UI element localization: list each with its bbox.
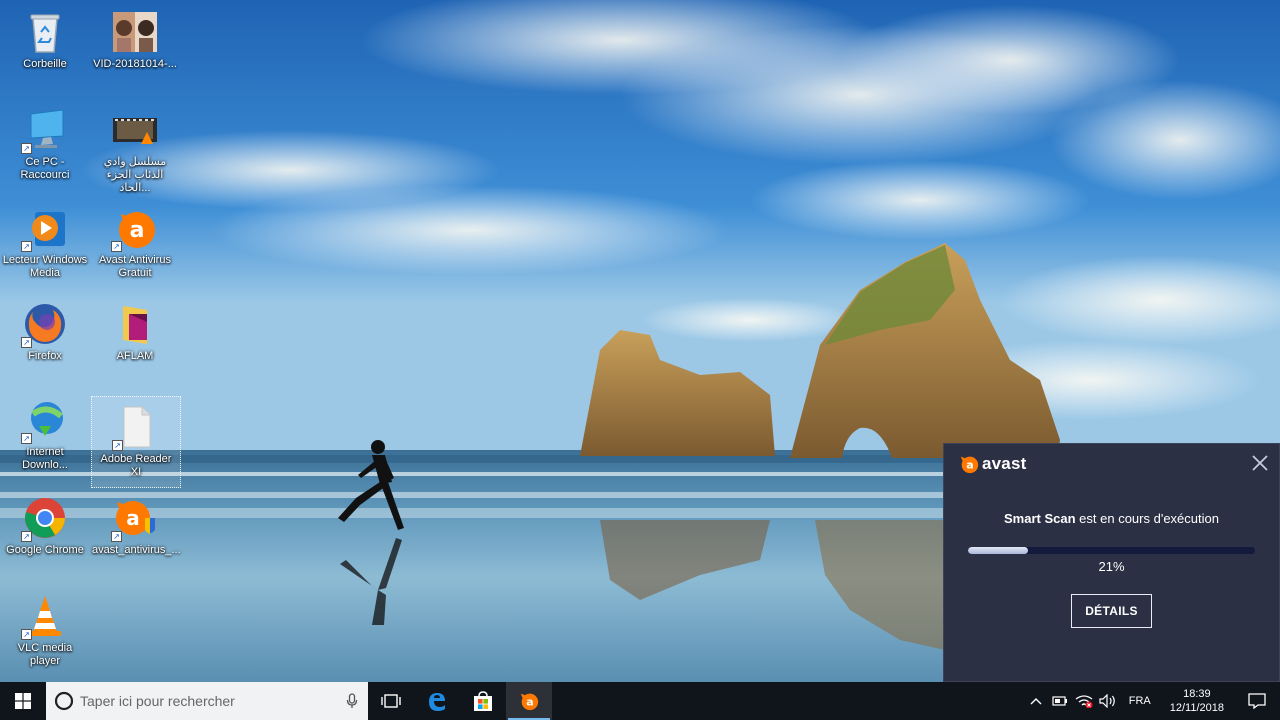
search-placeholder: Taper ici pour rechercher: [80, 693, 235, 709]
chevron-up-icon: [1030, 698, 1042, 705]
avast-scan-notification: a avast Smart Scan est en cours d'exécut…: [943, 443, 1280, 682]
system-tray: FRA 18:39 12/11/2018: [1024, 682, 1280, 720]
folder-icon: [111, 300, 159, 348]
details-button[interactable]: DÉTAILS: [1071, 594, 1152, 628]
action-center-button[interactable]: [1234, 682, 1280, 720]
svg-text:a: a: [526, 696, 533, 709]
desktop-icon-avast[interactable]: a ↗ Avast Antivirus Gratuit: [90, 198, 180, 290]
avast-logo-icon: a ↗: [111, 204, 159, 252]
shortcut-arrow-icon: ↗: [21, 433, 32, 444]
desktop-icon-internet-download-manager[interactable]: ↗ Internet Downlo...: [0, 390, 90, 482]
battery-tray-button[interactable]: [1048, 682, 1072, 720]
desktop-icon-video-file[interactable]: VID-20181014-...: [90, 2, 180, 94]
store-taskbar-button[interactable]: [460, 682, 506, 720]
shortcut-arrow-icon: ↗: [111, 241, 122, 252]
show-hidden-icons-button[interactable]: [1024, 682, 1048, 720]
taskbar: Taper ici pour rechercher a FRA 18:39 12…: [0, 682, 1280, 720]
avast-taskbar-icon: a: [520, 693, 539, 711]
vlc-cone-icon: ↗: [21, 592, 69, 640]
avast-brand: a avast: [958, 453, 1026, 475]
notification-icon: [1248, 693, 1266, 709]
shortcut-arrow-icon: ↗: [112, 440, 123, 451]
desktop-icon-series-video[interactable]: مسلسل وادي الذئاب الجزء الحاد...: [90, 100, 180, 194]
video-file-icon: [111, 106, 159, 154]
desktop-icon-avast-installer[interactable]: a ↗ avast_antivirus_...: [90, 488, 181, 580]
avast-brand-text: avast: [982, 454, 1027, 473]
shortcut-arrow-icon: ↗: [21, 531, 32, 542]
avast-installer-icon: a ↗: [111, 494, 159, 542]
edge-icon: [429, 693, 445, 711]
start-button[interactable]: [0, 682, 46, 720]
shortcut-arrow-icon: ↗: [21, 143, 32, 154]
video-thumbnail-icon: [111, 8, 159, 56]
computer-monitor-icon: ↗: [21, 106, 69, 154]
svg-text:a: a: [126, 506, 140, 530]
blank-document-icon: ↗: [112, 403, 160, 451]
task-view-icon: [381, 694, 401, 708]
avast-logo-icon: a: [960, 456, 979, 474]
chrome-icon: ↗: [21, 494, 69, 542]
store-bag-icon: [474, 691, 492, 711]
desktop-icon-google-chrome[interactable]: ↗ Google Chrome: [0, 488, 90, 580]
volume-tray-button[interactable]: [1096, 682, 1120, 720]
shortcut-arrow-icon: ↗: [111, 531, 122, 542]
close-icon[interactable]: [1251, 454, 1269, 472]
clock-time: 18:39: [1183, 688, 1211, 700]
edge-taskbar-button[interactable]: [414, 682, 460, 720]
desktop-icon-recycle-bin[interactable]: Corbeille: [0, 2, 90, 94]
scan-status-message: est en cours d'exécution: [1075, 511, 1219, 526]
shortcut-arrow-icon: ↗: [21, 241, 32, 252]
task-view-button[interactable]: [368, 682, 414, 720]
clock[interactable]: 18:39 12/11/2018: [1160, 687, 1234, 715]
cortana-circle-icon: [54, 691, 74, 711]
desktop-icon-this-pc[interactable]: ↗ Ce PC - Raccourci: [0, 100, 90, 192]
scan-name: Smart Scan: [1004, 511, 1076, 526]
firefox-icon: ↗: [21, 300, 69, 348]
scan-progress-bar: [968, 547, 1255, 554]
input-language-indicator[interactable]: FRA: [1120, 695, 1160, 707]
desktop-icon-aflam-folder[interactable]: AFLAM: [90, 294, 180, 386]
download-manager-icon: ↗: [21, 396, 69, 444]
speaker-icon: [1099, 694, 1115, 708]
clock-date: 12/11/2018: [1169, 702, 1224, 714]
shortcut-arrow-icon: ↗: [21, 629, 32, 640]
svg-text:a: a: [130, 218, 145, 243]
desktop-icon-vlc[interactable]: ↗ VLC media player: [0, 586, 90, 678]
shortcut-arrow-icon: ↗: [21, 337, 32, 348]
svg-text:a: a: [966, 459, 973, 472]
network-disconnected-icon: [1075, 695, 1093, 708]
media-player-icon: ↗: [21, 204, 69, 252]
desktop-icon-windows-media-player[interactable]: ↗ Lecteur Windows Media: [0, 198, 90, 290]
scan-progress-fill: [968, 547, 1029, 554]
recycle-bin-icon: [21, 8, 69, 56]
desktop-icon-firefox[interactable]: ↗ Firefox: [0, 294, 90, 386]
windows-logo-icon: [15, 693, 31, 709]
network-tray-button[interactable]: [1072, 682, 1096, 720]
scan-progress-percent: 21%: [1098, 559, 1125, 574]
search-input[interactable]: Taper ici pour rechercher: [46, 682, 368, 720]
scan-status-text: Smart Scan est en cours d'exécution: [944, 511, 1279, 526]
battery-icon: [1052, 696, 1067, 706]
microphone-icon[interactable]: [346, 693, 358, 709]
avast-taskbar-button[interactable]: a: [506, 682, 552, 720]
desktop-icon-adobe-reader[interactable]: ↗ Adobe Reader XI: [91, 396, 181, 488]
